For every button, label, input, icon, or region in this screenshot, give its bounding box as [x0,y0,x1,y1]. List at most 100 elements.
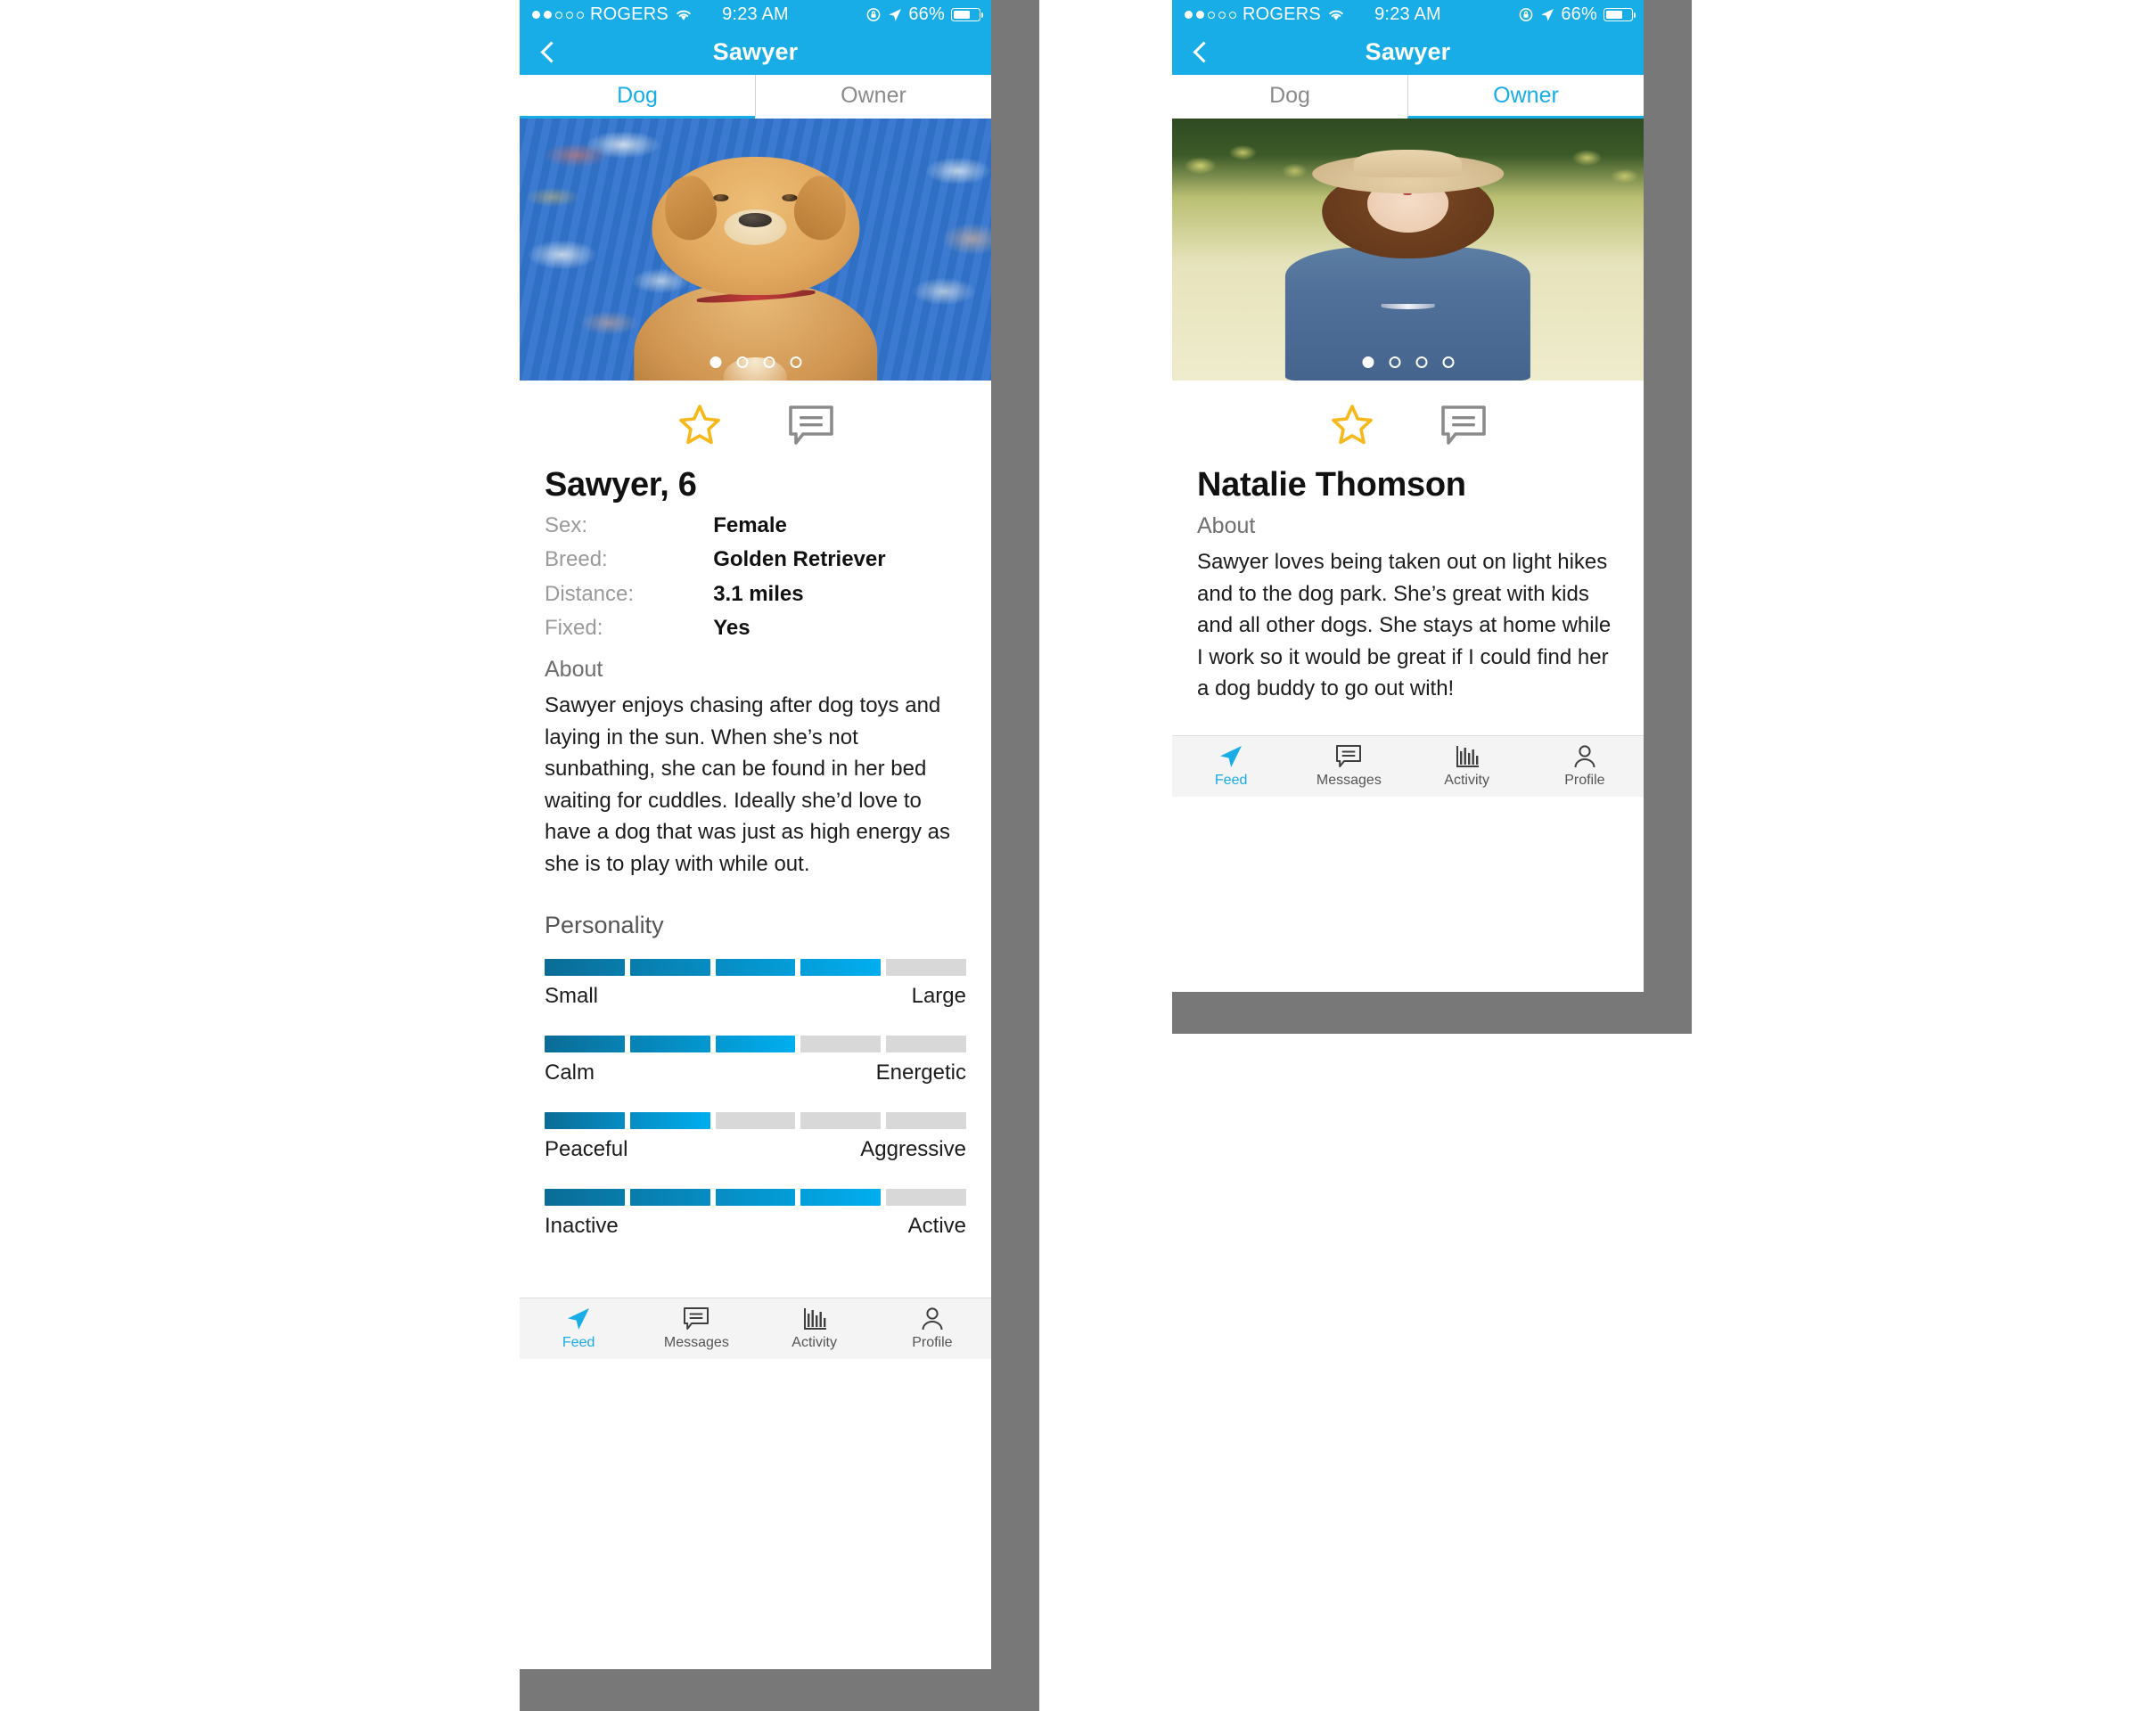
page-title: Sawyer [712,38,799,65]
star-icon[interactable] [1330,404,1374,446]
tabbar-item-activity[interactable]: Activity [1408,744,1526,789]
info-value-fixed: Yes [713,615,751,640]
owner-about-text: Sawyer loves being taken out on light hi… [1197,550,1612,701]
owner-name: Natalie Thomson [1197,466,1466,504]
chat-bubble-icon [1336,744,1362,767]
bar-chart-icon [803,1308,826,1331]
profile-tabs: Dog Owner [520,75,991,119]
personality-bar-size[interactable] [545,959,966,977]
content-spacer [520,1265,991,1298]
personality-label-right-activity: Active [907,1214,966,1239]
tabbar-item-feed[interactable]: Feed [520,1306,637,1351]
content-spacer-owner [1172,704,1644,735]
bottom-tab-bar: Feed Messages Activity Profile [520,1298,991,1360]
action-row-owner [1172,381,1644,463]
info-row-breed: Breed: Golden Retriever [545,547,966,572]
tab-owner[interactable]: Owner [1407,75,1644,119]
chat-bubble-icon[interactable] [1440,404,1487,446]
owner-photo [1172,119,1644,381]
tabbar-label-feed: Feed [1214,772,1248,788]
tabbar-item-messages[interactable]: Messages [1290,744,1407,789]
carousel-dot-3[interactable] [763,356,775,368]
tabbar-label-profile: Profile [1564,772,1605,788]
paper-plane-icon [1220,745,1243,767]
info-row-distance: Distance: 3.1 miles [545,582,966,607]
carousel-dot-4[interactable] [790,356,801,368]
page-title: Sawyer [1365,38,1451,65]
info-row-sex: Sex: Female [545,513,966,538]
bar-chart-icon [1456,745,1479,767]
info-label-breed: Breed: [545,547,608,572]
dog-photo-carousel[interactable] [520,119,991,381]
carousel-dots[interactable] [1362,356,1454,368]
phone-screen-owner: ROGERS 9:23 AM 66% Sawyer Dog Owner Nata… [1172,0,1644,992]
carousel-dot-3[interactable] [1415,356,1427,368]
personality-label-left-size: Small [545,984,599,1009]
phone-dog-profile: ROGERS 9:23 AM 66% Sawyer Dog Owner Sawy… [520,0,1039,1711]
owner-content: Natalie Thomson About Sawyer loves being… [1172,466,1644,705]
battery-icon [1604,8,1636,21]
personality-label-right-temperament: Aggressive [860,1137,966,1162]
dog-content: Sawyer, 6 Sex: Female Breed: Golden Retr… [520,466,991,1240]
carousel-dot-1[interactable] [709,356,721,368]
phone-screen-dog: ROGERS 9:23 AM 66% Sawyer Dog Owner Sawy… [520,0,991,1669]
tabbar-label-activity: Activity [1444,772,1489,788]
tab-owner[interactable]: Owner [755,75,991,119]
personality-item-energy: Calm Energetic [545,1036,966,1085]
info-value-breed: Golden Retriever [713,547,886,572]
personality-bar-energy[interactable] [545,1036,966,1053]
carousel-dot-2[interactable] [736,356,748,368]
tabbar-label-profile: Profile [912,1335,953,1351]
carousel-dot-4[interactable] [1442,356,1454,368]
info-value-distance: 3.1 miles [713,581,804,606]
chat-bubble-icon[interactable] [788,404,834,446]
info-label-fixed: Fixed: [545,615,603,640]
owner-photo-carousel[interactable] [1172,119,1644,381]
personality-heading: Personality [545,912,664,939]
personality-bar-activity[interactable] [545,1189,966,1207]
tabbar-label-messages: Messages [1316,772,1382,788]
owner-about-heading: About [1197,513,1256,538]
person-icon [922,1307,943,1331]
clock-label: 9:23 AM [722,4,789,24]
tabbar-item-profile[interactable]: Profile [1526,744,1644,789]
personality-label-right-size: Large [911,984,966,1009]
tabbar-item-feed[interactable]: Feed [1172,744,1290,789]
star-icon[interactable] [677,404,722,446]
nav-bar: Sawyer [520,29,991,75]
tab-dog[interactable]: Dog [1172,75,1407,119]
phone-owner-profile: ROGERS 9:23 AM 66% Sawyer Dog Owner Nata… [1172,0,1692,1034]
action-row [520,381,991,463]
clock-label: 9:23 AM [1374,4,1441,24]
personality-item-temperament: Peaceful Aggressive [545,1112,966,1162]
personality-item-size: Small Large [545,959,966,1009]
tab-dog[interactable]: Dog [520,75,755,119]
status-bar: ROGERS 9:23 AM 66% [520,0,991,29]
tabbar-label-activity: Activity [792,1335,837,1351]
person-icon [1574,744,1595,767]
chat-bubble-icon [684,1307,709,1331]
personality-item-activity: Inactive Active [545,1189,966,1239]
personality-label-left-activity: Inactive [545,1214,619,1239]
carousel-dot-2[interactable] [1389,356,1400,368]
paper-plane-icon [568,1308,590,1331]
carousel-dots[interactable] [709,356,801,368]
personality-bar-temperament[interactable] [545,1112,966,1130]
info-value-sex: Female [713,513,787,537]
nav-bar-owner: Sawyer [1172,29,1644,75]
personality-section: Personality Small Large Calm Energetic P… [545,912,966,1239]
carousel-dot-1[interactable] [1362,356,1374,368]
profile-tabs-owner: Dog Owner [1172,75,1644,119]
pet-name: Sawyer, 6 [545,466,697,504]
info-row-fixed: Fixed: Yes [545,616,966,641]
tabbar-item-activity[interactable]: Activity [756,1306,874,1351]
info-label-sex: Sex: [545,513,588,537]
tabbar-item-messages[interactable]: Messages [637,1306,755,1351]
status-bar-owner: ROGERS 9:23 AM 66% [1172,0,1644,29]
tabbar-label-feed: Feed [562,1335,595,1351]
info-label-distance: Distance: [545,581,635,606]
tabbar-item-profile[interactable]: Profile [874,1306,991,1351]
personality-label-left-energy: Calm [545,1060,595,1085]
about-text: Sawyer enjoys chasing after dog toys and… [545,693,950,876]
tabbar-label-messages: Messages [663,1335,729,1351]
